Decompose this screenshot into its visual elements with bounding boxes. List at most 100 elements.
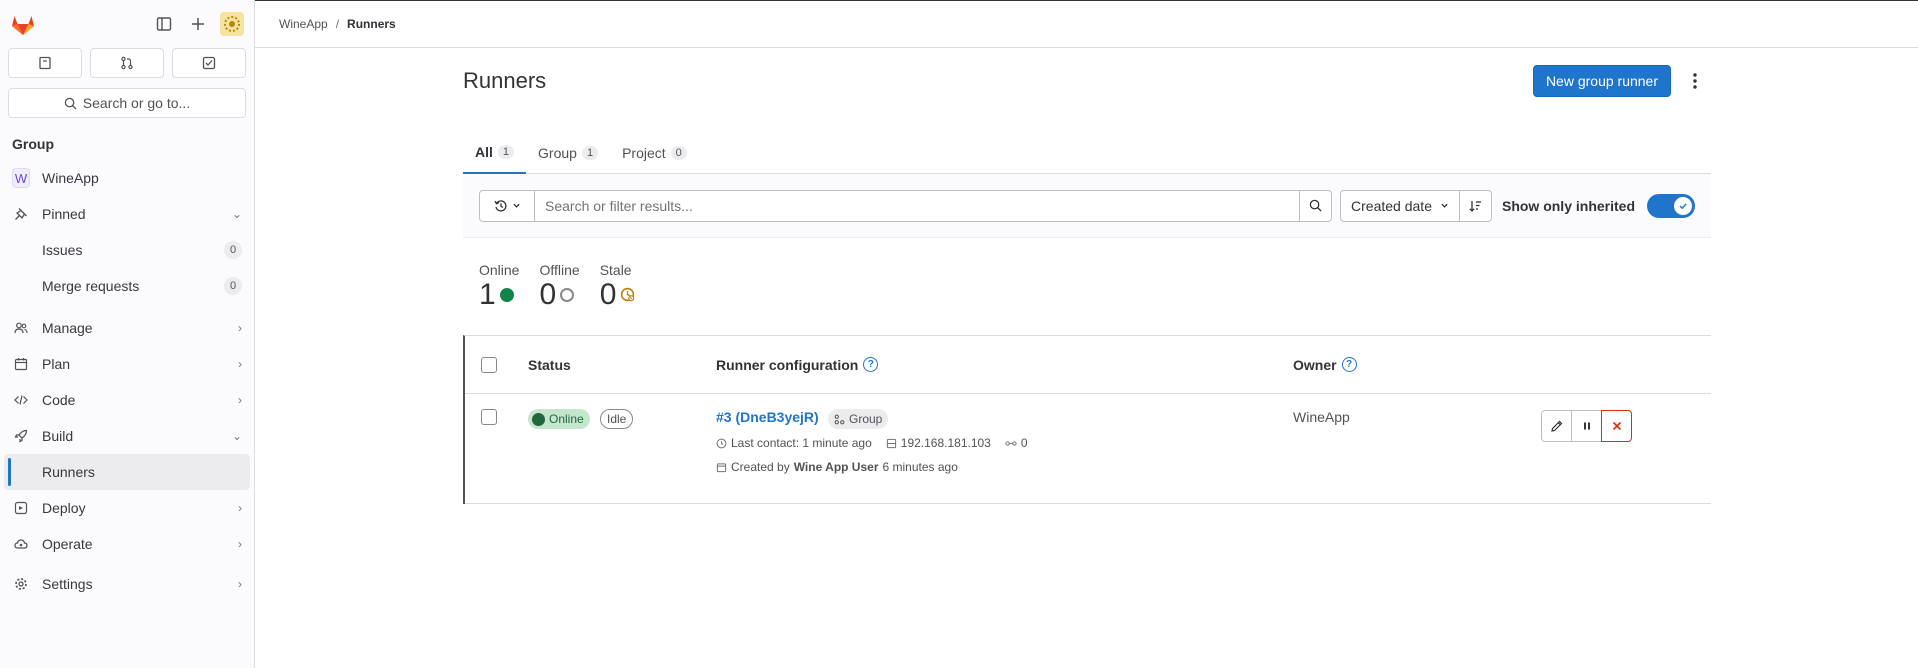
chevron-right-icon: › xyxy=(238,577,242,591)
recent-searches-dropdown[interactable] xyxy=(479,189,535,222)
column-header-label: Runner configuration xyxy=(716,356,859,373)
row-actions xyxy=(1541,410,1632,442)
runner-type-tabs: All 1 Group 1 Project 0 xyxy=(463,132,1711,174)
search-submit-button[interactable] xyxy=(1300,189,1333,222)
edit-runner-button[interactable] xyxy=(1541,410,1572,442)
global-search-button[interactable]: Search or go to... xyxy=(8,88,246,118)
question-icon[interactable]: ? xyxy=(1341,357,1357,372)
sidebar-item-merge-requests[interactable]: Merge requests 0 xyxy=(0,268,254,304)
code-icon xyxy=(12,393,30,407)
tab-all[interactable]: All 1 xyxy=(463,132,527,174)
created-by-user-link[interactable]: Wine App User xyxy=(794,460,879,474)
sidebar-item-label: Merge requests xyxy=(42,278,140,294)
sidebar-item-label: Deploy xyxy=(42,500,86,516)
tab-group[interactable]: Group 1 xyxy=(526,132,610,174)
tab-project[interactable]: Project 0 xyxy=(610,132,699,174)
tab-count-badge: 1 xyxy=(581,146,599,160)
more-actions-icon[interactable] xyxy=(1679,65,1711,97)
search-icon xyxy=(64,97,77,110)
last-contact-text: Last contact: 1 minute ago xyxy=(731,436,872,450)
stat-value: 1 xyxy=(479,278,496,311)
question-icon[interactable]: ? xyxy=(863,357,879,372)
cloud-gear-icon xyxy=(12,537,30,551)
plus-icon[interactable] xyxy=(184,10,212,38)
sidebar-nav: W WineApp Pinned ⌄ Issues 0 Merge reques… xyxy=(0,160,254,602)
stat-value: 0 xyxy=(539,278,557,311)
sidebar-item-deploy[interactable]: Deploy › xyxy=(0,490,254,526)
issues-shortcut-button[interactable] xyxy=(8,48,82,78)
sort-direction-button[interactable] xyxy=(1459,189,1492,222)
gitlab-logo-icon[interactable] xyxy=(10,11,36,37)
todo-shortcut-button[interactable] xyxy=(172,48,246,78)
column-owner: Owner ? xyxy=(1293,357,1357,373)
stat-label: Stale xyxy=(599,262,632,278)
runner-created-line: Created by Wine App User 6 minutes ago xyxy=(716,460,958,474)
table-row: Online Idle #3 (DneB3yejR) Group Last co… xyxy=(465,394,1711,504)
sidebar-item-label: WineApp xyxy=(42,170,99,186)
ip-address-text: 192.168.181.103 xyxy=(900,436,991,450)
new-group-runner-button[interactable]: New group runner xyxy=(1532,65,1671,97)
sidebar-item-plan[interactable]: Plan › xyxy=(0,346,254,382)
sort-dropdown[interactable]: Created date xyxy=(1340,189,1460,222)
breadcrumb-current[interactable]: Runners xyxy=(347,17,396,31)
search-icon xyxy=(1309,199,1322,212)
pause-runner-button[interactable] xyxy=(1571,410,1602,442)
online-status-icon xyxy=(532,412,545,426)
sidebar-item-issues[interactable]: Issues 0 xyxy=(0,232,254,268)
chevron-down-icon xyxy=(1441,203,1448,208)
user-avatar[interactable] xyxy=(220,12,244,36)
stat-offline: Offline 0 xyxy=(539,262,579,311)
show-inherited-label: Show only inherited xyxy=(1501,197,1635,214)
column-status: Status xyxy=(528,357,571,373)
check-icon xyxy=(1674,196,1692,215)
sidebar-section-title: Group xyxy=(12,136,54,152)
sidebar-item-group[interactable]: W WineApp xyxy=(0,160,254,196)
chevron-right-icon: › xyxy=(238,321,242,335)
merge-requests-shortcut-button[interactable] xyxy=(90,48,164,78)
sidebar-item-build[interactable]: Build ⌄ xyxy=(0,418,254,454)
row-checkbox[interactable] xyxy=(481,409,497,425)
todo-icon xyxy=(202,56,216,70)
sidebar-item-code[interactable]: Code › xyxy=(0,382,254,418)
created-by-prefix: Created by xyxy=(731,460,790,474)
runner-name-link[interactable]: #3 (DneB3yejR) xyxy=(716,409,819,425)
select-all-checkbox[interactable] xyxy=(481,357,497,373)
tab-count-badge: 1 xyxy=(497,145,515,159)
stat-label: Online xyxy=(479,262,520,278)
pause-icon xyxy=(1583,422,1590,430)
chevron-right-icon: › xyxy=(238,393,242,407)
pencil-icon xyxy=(1550,420,1562,432)
sidebar-item-label: Plan xyxy=(42,356,71,372)
sidebar: Search or go to... Group W WineApp Pinne… xyxy=(0,0,255,668)
status-badge: Online xyxy=(528,409,590,429)
sidebar-item-settings[interactable]: Settings › xyxy=(0,566,254,602)
sidebar-item-manage[interactable]: Manage › xyxy=(0,310,254,346)
planning-icon xyxy=(12,357,30,371)
stale-clock-icon xyxy=(621,287,635,302)
breadcrumb-link-group[interactable]: WineApp xyxy=(279,17,328,31)
merge-requests-count-badge: 0 xyxy=(224,277,242,295)
search-input[interactable] xyxy=(535,189,1301,222)
sidebar-item-operate[interactable]: Operate › xyxy=(0,526,254,562)
chevron-down-icon: ⌄ xyxy=(231,429,242,443)
stat-stale: Stale 0 xyxy=(600,262,636,311)
delete-runner-button[interactable] xyxy=(1601,410,1632,442)
page-title: Runners xyxy=(463,68,547,93)
show-inherited-toggle[interactable] xyxy=(1647,193,1695,218)
sidebar-item-label: Manage xyxy=(42,320,93,336)
sidebar-item-runners[interactable]: Runners xyxy=(4,454,250,490)
tab-label: Group xyxy=(538,145,577,161)
page-header: Runners New group runner xyxy=(463,64,1711,98)
runner-meta-line: Last contact: 1 minute ago 192.168.181.1… xyxy=(716,436,1028,450)
group-icon xyxy=(834,414,845,424)
sidebar-item-pinned[interactable]: Pinned ⌄ xyxy=(0,196,254,232)
sidebar-item-label: Settings xyxy=(42,576,93,592)
owner-link[interactable]: WineApp xyxy=(1293,409,1350,425)
issues-icon xyxy=(39,56,51,70)
sidebar-item-label: Issues xyxy=(42,242,83,258)
tab-label: Project xyxy=(622,145,666,161)
pipeline-icon xyxy=(1005,440,1017,446)
deployments-icon xyxy=(12,501,30,515)
sidebar-toggle-icon[interactable] xyxy=(150,10,178,38)
gear-icon xyxy=(12,577,30,591)
